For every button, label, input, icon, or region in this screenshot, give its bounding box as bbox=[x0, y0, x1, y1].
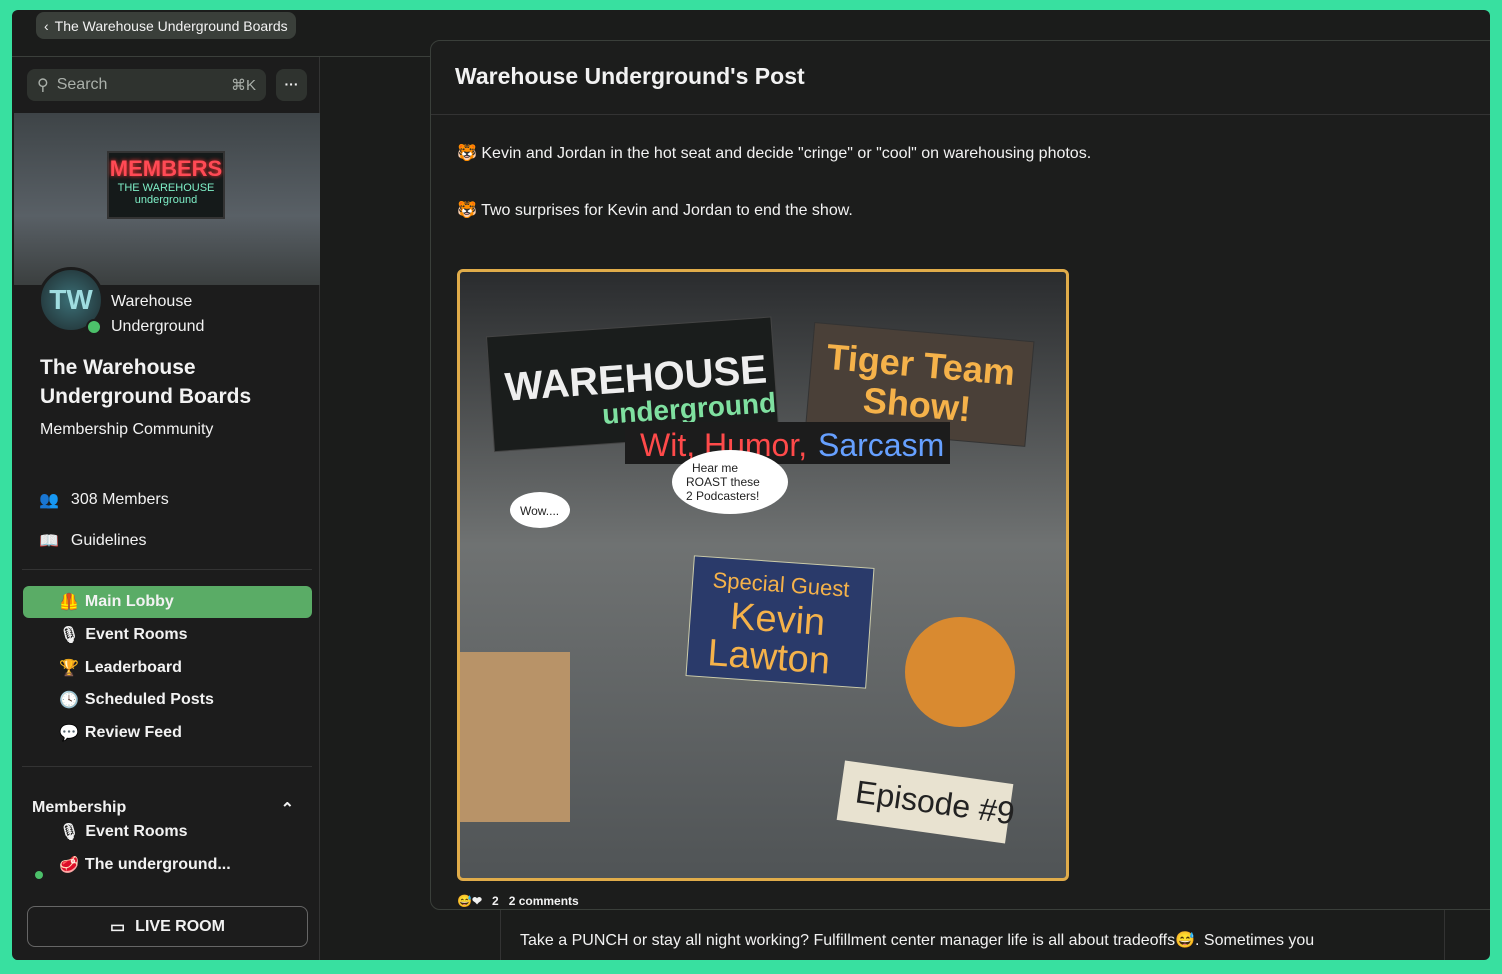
trophy-icon: 🏆 bbox=[59, 660, 79, 677]
guidelines-link[interactable]: 📖 Guidelines bbox=[39, 531, 147, 551]
svg-text:Wow....: Wow.... bbox=[520, 504, 559, 518]
meat-icon: 🥩 bbox=[59, 857, 79, 874]
microphone-icon: 🎙 bbox=[59, 824, 80, 841]
post-modal: Warehouse Underground's Post 🐯 Kevin and… bbox=[430, 40, 1490, 910]
svg-text:2 Podcasters!: 2 Podcasters! bbox=[686, 489, 759, 503]
community-banner: MEMBERS THE WAREHOUSE underground bbox=[14, 113, 320, 285]
live-room-button[interactable]: ▭ LIVE ROOM bbox=[27, 906, 308, 947]
book-icon: 📖 bbox=[39, 533, 59, 550]
breadcrumb-back-button[interactable]: ‹ The Warehouse Underground Boards bbox=[36, 12, 296, 39]
nav-review-feed[interactable]: 💬 Review Feed bbox=[23, 717, 312, 749]
members-icon: 👥 bbox=[39, 492, 59, 509]
comments-link[interactable]: 2 comments bbox=[509, 894, 579, 908]
divider bbox=[22, 766, 312, 767]
members-link[interactable]: 👥 308 Members bbox=[39, 490, 169, 510]
chevron-left-icon: ‹ bbox=[44, 17, 49, 34]
online-status-dot bbox=[86, 319, 102, 335]
chat-alert-icon: 💬 bbox=[59, 725, 79, 742]
divider bbox=[22, 569, 312, 570]
svg-text:Sarcasm: Sarcasm bbox=[818, 427, 944, 463]
feed-post-text[interactable]: Take a PUNCH or stay all night working? … bbox=[520, 930, 1314, 950]
microphone-icon: 🎙 bbox=[59, 627, 80, 644]
nav-membership-event-rooms[interactable]: 🎙 Event Rooms bbox=[23, 816, 312, 848]
sidebar: ⚲ Search ⌘K ··· MEMBERS THE WAREHOUSE underg… bbox=[14, 57, 320, 960]
post-paragraph: 🐯 Two surprises for Kevin and Jordan to … bbox=[457, 202, 853, 219]
search-input[interactable]: ⚲ Search ⌘K bbox=[27, 69, 266, 101]
app-window: ‹ The Warehouse Underground Boards ⚲ Searc… bbox=[12, 10, 1490, 960]
post-title: Warehouse Underground's Post bbox=[431, 41, 1490, 115]
nav-leaderboard[interactable]: 🏆 Leaderboard bbox=[23, 652, 312, 684]
reaction-emojis: 😅❤ bbox=[457, 894, 482, 908]
nav-the-underground[interactable]: 🥩 The underground... bbox=[23, 849, 312, 881]
vest-icon: 🦺 bbox=[59, 594, 79, 611]
clock-icon: 🕓 bbox=[59, 692, 79, 709]
svg-text:ROAST these: ROAST these bbox=[686, 475, 760, 489]
svg-text:Lawton: Lawton bbox=[706, 632, 831, 682]
nav-main-lobby[interactable]: 🦺 Main Lobby bbox=[23, 586, 312, 618]
community-subtitle: Membership Community bbox=[40, 421, 214, 438]
author-name[interactable]: Warehouse Underground bbox=[111, 289, 251, 339]
post-paragraph: 🐯 Kevin and Jordan in the hot seat and d… bbox=[457, 145, 1092, 162]
more-options-button[interactable]: ··· bbox=[276, 69, 307, 101]
svg-text:Hear me: Hear me bbox=[692, 461, 738, 475]
nav-event-rooms[interactable]: 🎙 Event Rooms bbox=[23, 619, 312, 651]
nav-scheduled-posts[interactable]: 🕓 Scheduled Posts bbox=[23, 684, 312, 716]
episode-artwork: WAREHOUSE underground Tiger Team Show! W… bbox=[460, 316, 1035, 844]
community-title: The Warehouse Underground Boards bbox=[40, 356, 252, 408]
video-camera-icon: ▭ bbox=[110, 918, 126, 936]
post-image[interactable]: WAREHOUSE underground Tiger Team Show! W… bbox=[457, 269, 1069, 881]
reactions-bar[interactable]: 😅❤ 2 2 comments bbox=[457, 894, 579, 908]
search-icon: ⚲ bbox=[37, 77, 49, 94]
